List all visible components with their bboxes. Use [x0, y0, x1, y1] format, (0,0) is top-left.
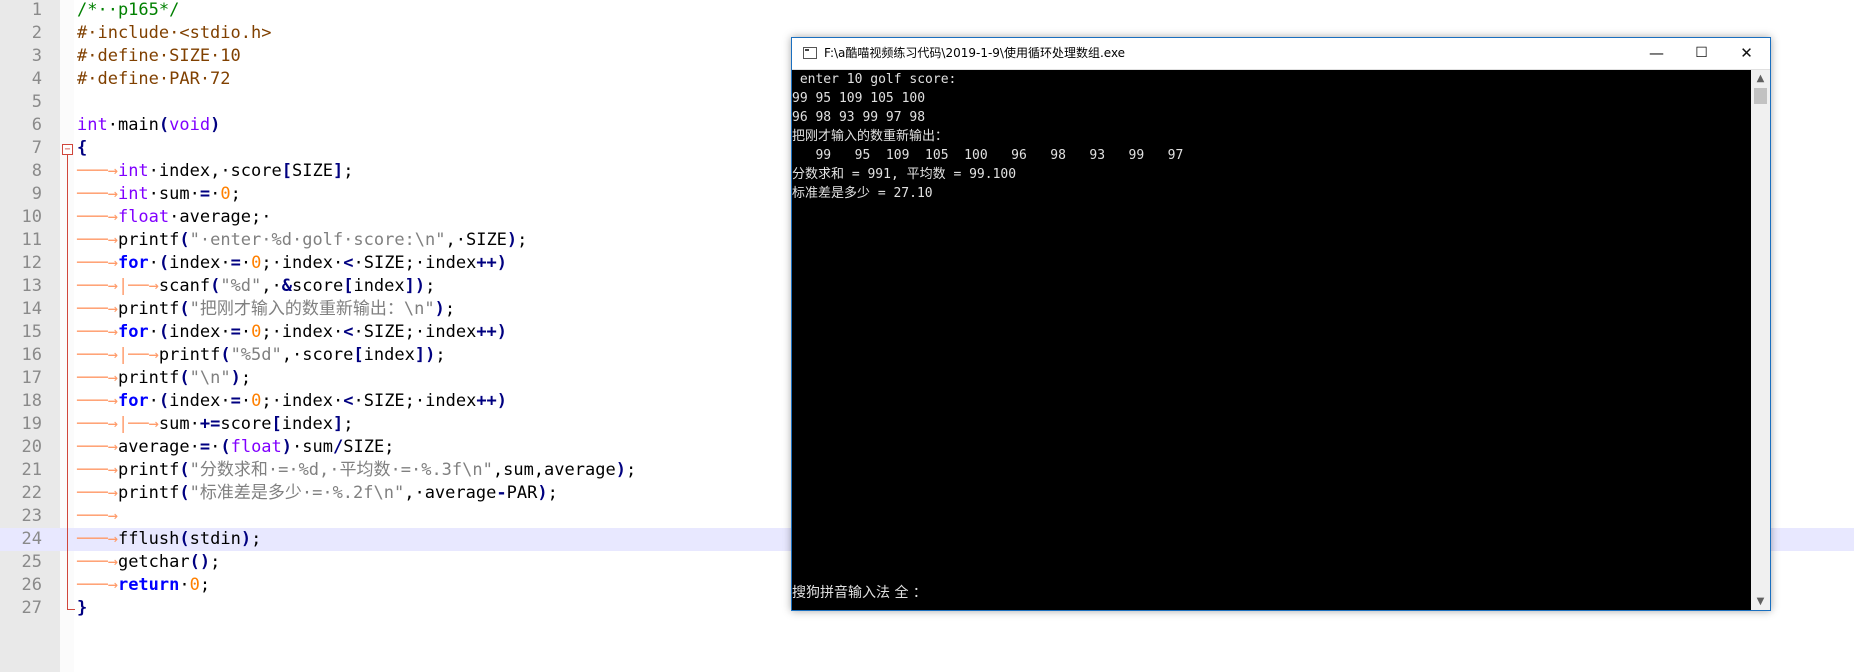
code-text[interactable]: ───→average·=·(float)·sum/SIZE; — [77, 436, 394, 459]
code-text[interactable]: ───→float·average;· — [77, 206, 272, 229]
scroll-up-icon[interactable]: ▲ — [1751, 70, 1770, 87]
code-text[interactable]: ───→getchar(); — [77, 551, 220, 574]
code-text[interactable]: ───→return·0; — [77, 574, 210, 597]
line-number: 18 — [21, 391, 42, 411]
console-output-line: enter 10 golf score: — [792, 72, 957, 87]
line-number: 27 — [21, 598, 42, 618]
console-output-line: 标准差是多少 = 27.10 — [792, 186, 933, 201]
line-number: 9 — [31, 184, 42, 204]
line-number: 8 — [31, 161, 42, 181]
console-output-line: 99 95 109 105 100 96 98 93 99 97 — [792, 148, 1184, 163]
line-number: 24 — [21, 529, 42, 549]
code-line[interactable]: 1 /*··p165*/ — [0, 0, 1854, 22]
code-text[interactable]: ───→int·sum·=·0; — [77, 183, 241, 206]
console-output: 搜狗拼音输入法 全 ： enter 10 golf score: 99 95 10… — [792, 70, 1751, 610]
code-text[interactable]: ───→printf("标准差是多少·=·%.2f\n",·average-PA… — [77, 482, 558, 505]
code-text[interactable]: #·define·PAR·72 — [77, 68, 231, 91]
line-number: 26 — [21, 575, 42, 595]
fold-range-line — [67, 155, 68, 609]
line-number: 7 — [31, 138, 42, 158]
code-text[interactable]: } — [77, 597, 87, 620]
ime-status-text: 搜狗拼音输入法 全 ： — [792, 585, 927, 601]
code-text[interactable]: ───→printf("\n"); — [77, 367, 251, 390]
code-text[interactable]: ───→for·(index·=·0;·index·<·SIZE;·index+… — [77, 321, 507, 344]
code-text[interactable]: ───→int·index,·score[SIZE]; — [77, 160, 353, 183]
scroll-down-icon[interactable]: ▼ — [1751, 593, 1770, 610]
code-text[interactable]: ───→printf("分数求和·=·%d,·平均数·=·%.3f\n",sum… — [77, 459, 636, 482]
line-number: 6 — [31, 115, 42, 135]
code-text[interactable]: #·include·<stdio.h> — [77, 22, 271, 45]
line-number: 10 — [21, 207, 42, 227]
line-number: 25 — [21, 552, 42, 572]
code-text[interactable]: ───→|──→printf("%5d",·score[index]); — [77, 344, 446, 367]
console-app-icon — [803, 47, 817, 59]
line-number: 4 — [31, 69, 42, 89]
fold-collapse-icon[interactable]: − — [62, 144, 73, 155]
line-number: 14 — [21, 299, 42, 319]
line-number: 20 — [21, 437, 42, 457]
console-output-line: 96 98 93 99 97 98 — [792, 110, 926, 125]
console-output-line: 分数求和 = 991, 平均数 = 99.100 — [792, 167, 1017, 182]
close-button[interactable]: ✕ — [1724, 38, 1769, 69]
line-number: 11 — [21, 230, 42, 250]
window-title: F:\a酷喵视频练习代码\2019-1-9\使用循环处理数组.exe — [824, 46, 1126, 60]
console-output-line: 把刚才输入的数重新输出： — [792, 129, 949, 144]
code-text[interactable]: ───→|──→scanf("%d",·&score[index]); — [77, 275, 435, 298]
code-text[interactable]: ───→printf("把刚才输入的数重新输出：\n"); — [77, 298, 455, 321]
code-text[interactable]: #·define·SIZE·10 — [77, 45, 241, 68]
console-scrollbar[interactable]: ▲ ▼ — [1751, 70, 1770, 610]
line-number: 2 — [31, 23, 42, 43]
line-number: 19 — [21, 414, 42, 434]
code-text[interactable]: ───→printf("·enter·%d·golf·score:\n",·SI… — [77, 229, 527, 252]
line-number: 23 — [21, 506, 42, 526]
line-number: 1 — [31, 0, 42, 20]
line-number: 13 — [21, 276, 42, 296]
code-text[interactable]: ───→for·(index·=·0;·index·<·SIZE;·index+… — [77, 390, 507, 413]
code-text[interactable]: ───→for·(index·=·0;·index·<·SIZE;·index+… — [77, 252, 507, 275]
code-text[interactable]: ───→fflush(stdin); — [77, 528, 261, 551]
line-number: 15 — [21, 322, 42, 342]
console-window[interactable]: F:\a酷喵视频练习代码\2019-1-9\使用循环处理数组.exe — ☐ ✕… — [791, 37, 1771, 611]
code-text[interactable]: ───→|──→sum·+=score[index]; — [77, 413, 353, 436]
code-text[interactable]: { — [77, 137, 87, 160]
line-number: 17 — [21, 368, 42, 388]
fold-end-marker — [67, 609, 75, 610]
line-number: 12 — [21, 253, 42, 273]
line-number: 21 — [21, 460, 42, 480]
line-number: 22 — [21, 483, 42, 503]
scroll-thumb[interactable] — [1754, 88, 1767, 104]
line-number: 5 — [31, 92, 42, 112]
console-output-line: 99 95 109 105 100 — [792, 91, 926, 106]
console-titlebar[interactable]: F:\a酷喵视频练习代码\2019-1-9\使用循环处理数组.exe — ☐ ✕ — [792, 38, 1770, 70]
code-text[interactable]: int·main(void) — [77, 114, 220, 137]
line-number: 3 — [31, 46, 42, 66]
code-text[interactable]: ───→ — [77, 505, 118, 528]
code-text[interactable]: /*··p165*/ — [77, 0, 179, 22]
minimize-button[interactable]: — — [1634, 38, 1679, 69]
maximize-button[interactable]: ☐ — [1679, 38, 1724, 69]
line-number: 16 — [21, 345, 42, 365]
